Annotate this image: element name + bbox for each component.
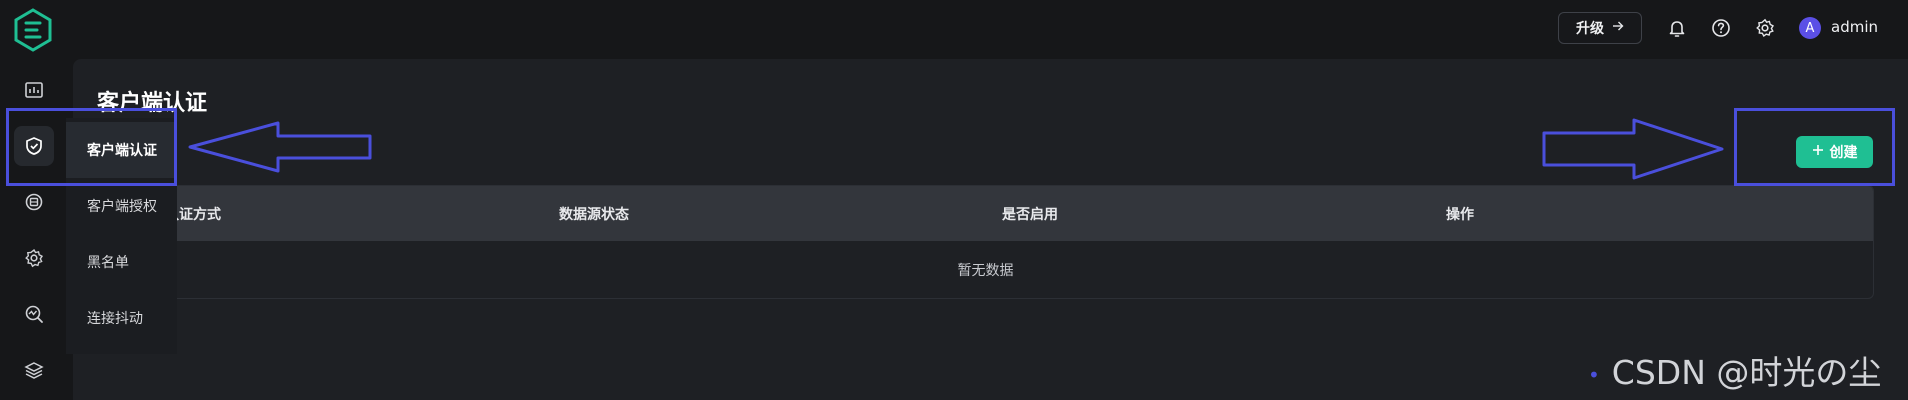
submenu-item-blacklist[interactable]: 黑名单: [66, 234, 177, 290]
management-gear-icon[interactable]: [14, 238, 54, 278]
watermark: • CSDN @时光の尘: [1588, 346, 1881, 394]
column-header: 操作: [1446, 207, 1474, 223]
settings-gear-icon[interactable]: [1753, 16, 1777, 40]
diagnose-search-icon[interactable]: [14, 294, 54, 334]
upgrade-label: 升级: [1576, 21, 1604, 37]
empty-state: 暂无数据: [957, 263, 1014, 279]
table-header: 认证方式 数据源状态 是否启用 操作: [98, 186, 1873, 241]
submenu-item-flapping[interactable]: 连接抖动: [66, 290, 177, 346]
watermark-dot-icon: •: [1588, 362, 1600, 387]
annotation-box-right: [1734, 108, 1895, 186]
watermark-text: CSDN @时光の尘: [1611, 353, 1882, 392]
username[interactable]: admin: [1831, 18, 1878, 36]
submenu-item-client-authz[interactable]: 客户端授权: [66, 178, 177, 234]
app-logo-icon[interactable]: [12, 8, 54, 52]
column-header: 是否启用: [1002, 207, 1058, 223]
data-integration-icon[interactable]: [14, 182, 54, 222]
dashboard-icon[interactable]: [14, 70, 54, 110]
help-icon[interactable]: [1709, 16, 1733, 40]
upgrade-button[interactable]: 升级: [1558, 12, 1642, 44]
bell-icon[interactable]: [1665, 16, 1689, 40]
arrow-right-icon: [1612, 20, 1624, 36]
avatar[interactable]: A: [1799, 17, 1821, 39]
auth-table: 认证方式 数据源状态 是否启用 操作 暂无数据: [97, 185, 1874, 299]
layers-icon[interactable]: [14, 350, 54, 390]
annotation-arrow-right-icon: [1542, 118, 1724, 180]
app-root: 升级 A admin 客户端认证 创建 认证方式 数据源状态 是否启用 操作 暂…: [0, 0, 1908, 400]
annotation-box-left: [6, 108, 177, 186]
column-header: 数据源状态: [559, 207, 629, 223]
side-rail: [0, 0, 68, 400]
annotation-arrow-left-icon: [188, 121, 372, 173]
